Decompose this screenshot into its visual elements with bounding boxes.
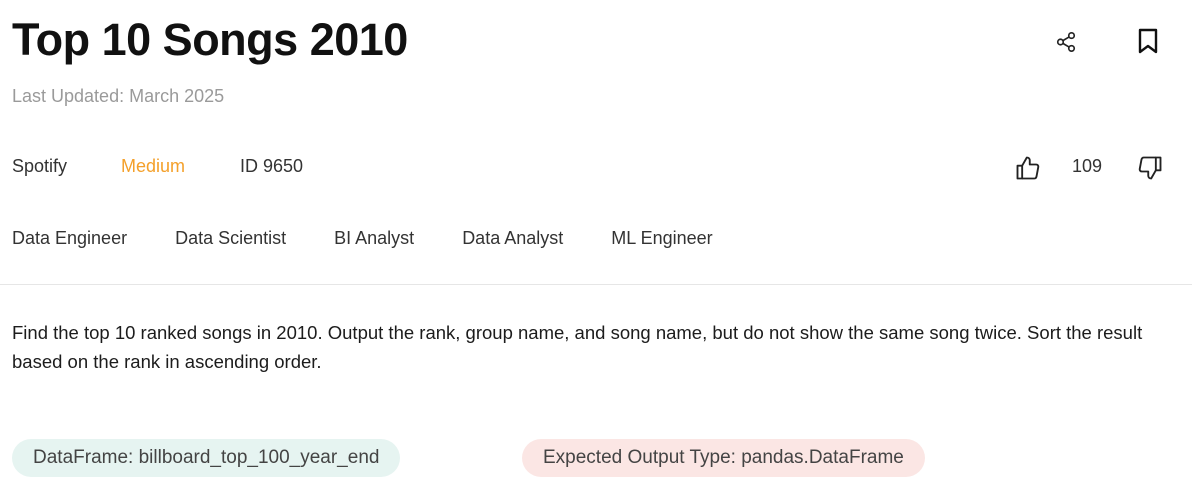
- like-button[interactable]: [1012, 152, 1044, 184]
- thumbs-up-icon: [1016, 156, 1040, 180]
- last-updated: Last Updated: March 2025: [12, 86, 225, 106]
- bookmark-icon: [1138, 28, 1158, 54]
- share-icon: [1056, 32, 1076, 52]
- question-id: ID 9650: [240, 156, 304, 176]
- share-button[interactable]: [1052, 28, 1080, 56]
- section-divider: [0, 284, 1192, 285]
- page-title: Top 10 Songs 2010: [12, 14, 408, 65]
- role-tag[interactable]: Data Analyst: [462, 228, 563, 249]
- role-tag[interactable]: Data Engineer: [12, 228, 127, 249]
- role-tag[interactable]: Data Scientist: [175, 228, 286, 249]
- role-tag[interactable]: BI Analyst: [334, 228, 414, 249]
- expected-output-pill: Expected Output Type: pandas.DataFrame: [522, 439, 925, 477]
- difficulty-badge: Medium: [121, 156, 186, 176]
- thumbs-down-icon: [1138, 156, 1162, 180]
- like-count: 109: [1072, 156, 1103, 176]
- company-label[interactable]: Spotify: [12, 156, 67, 177]
- role-tag[interactable]: ML Engineer: [611, 228, 712, 249]
- dataframe-pill[interactable]: DataFrame: billboard_top_100_year_end: [12, 439, 401, 477]
- question-description: Find the top 10 ranked songs in 2010. Ou…: [12, 322, 1143, 372]
- bookmark-button[interactable]: [1134, 26, 1162, 56]
- role-tags: Data Engineer Data Scientist BI Analyst …: [12, 228, 761, 249]
- dislike-button[interactable]: [1134, 152, 1166, 184]
